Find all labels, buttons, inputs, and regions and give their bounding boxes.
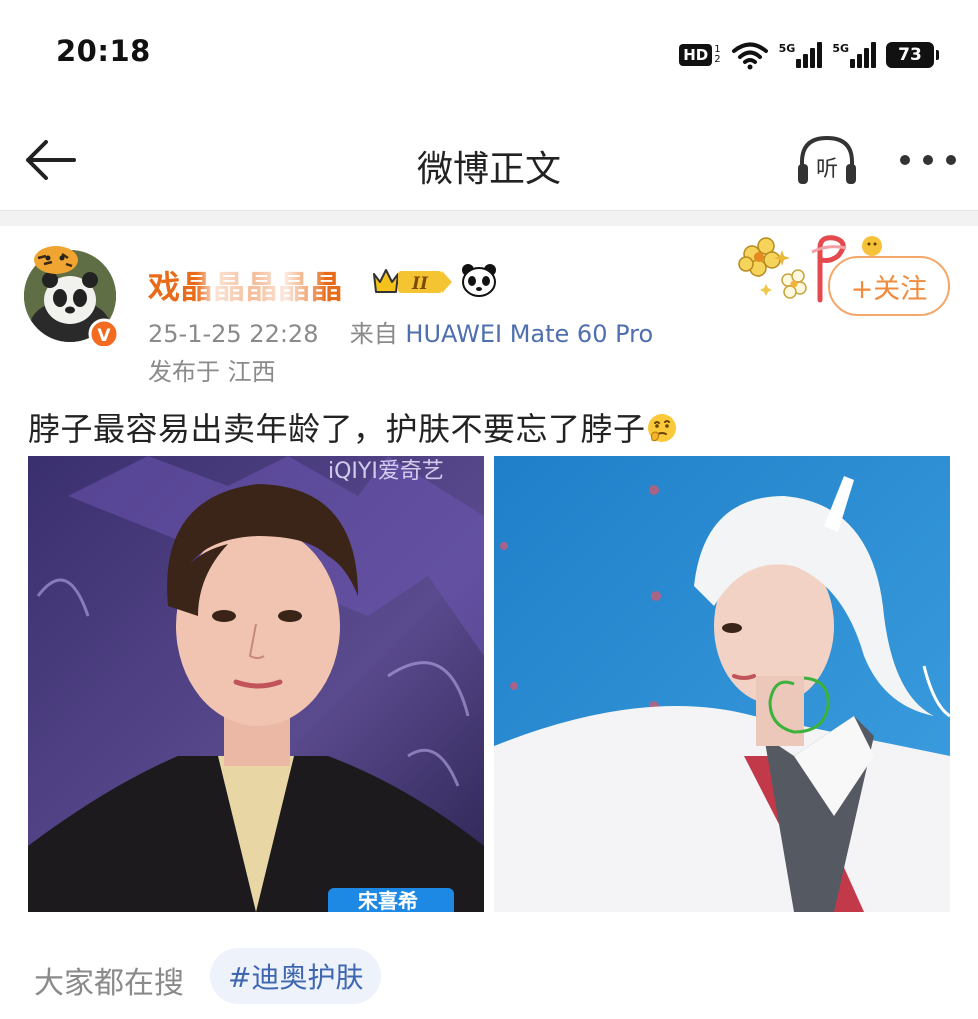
more-dots-icon [900, 155, 956, 165]
battery-icon: 73 [886, 42, 939, 68]
photo-1-caption: 宋喜希 [358, 889, 418, 912]
hd-label: HD [679, 44, 713, 66]
post-meta: 25-1-25 22:28 来自 HUAWEI Mate 60 Pro [148, 314, 653, 349]
hd-sub: 1 2 [714, 45, 720, 65]
vip-level: II [411, 274, 429, 294]
source-device[interactable]: HUAWEI Mate 60 Pro [405, 320, 653, 348]
post-text-content: 脖子最容易出卖年龄了，护肤不要忘了脖子 [28, 410, 646, 448]
avatar[interactable]: V [22, 238, 120, 350]
post-text: 脖子最容易出卖年龄了，护肤不要忘了脖子 [28, 404, 678, 450]
hashtag-chip[interactable]: #迪奥护肤 [210, 948, 382, 1004]
status-time: 20:18 [56, 34, 151, 68]
post-image-2[interactable] [494, 456, 950, 912]
thinking-emoji-icon [647, 414, 676, 442]
follow-button[interactable]: +关注 [828, 256, 950, 316]
listen-label: 听 [816, 157, 838, 182]
signal-5g-icon: 5G [832, 42, 876, 68]
signal-1-label: 5G [778, 42, 796, 55]
listen-button[interactable]: 听 [794, 132, 860, 192]
battery-level: 73 [898, 45, 922, 65]
headphones-icon: 听 [798, 135, 856, 184]
signal-2-label: 5G [832, 42, 849, 55]
portrait-photo-1: iQIYI爱奇艺 宋喜希 [28, 456, 484, 912]
svg-text:V: V [97, 326, 111, 346]
crown-icon[interactable]: II [364, 264, 456, 298]
status-icons: HD 1 2 5G 5G 73 [679, 38, 939, 72]
nav-bar: 微博正文 听 [0, 110, 978, 210]
wifi-icon [731, 42, 768, 70]
post-image-1[interactable]: iQIYI爱奇艺 宋喜希 [28, 456, 484, 912]
hd-sub-bottom: 2 [714, 54, 721, 65]
source-prefix: 来自 [349, 320, 398, 348]
post-time: 25-1-25 22:28 [148, 320, 319, 348]
portrait-photo-2 [494, 456, 950, 912]
signal-5g-icon: 5G [779, 42, 823, 68]
section-divider [0, 210, 978, 226]
post-location: 发布于 江西 [148, 358, 276, 386]
status-bar: 20:18 HD 1 2 5G 5G 73 [0, 0, 978, 110]
name-blur [196, 262, 324, 302]
photo-1-watermark: iQIYI爱奇艺 [328, 459, 444, 484]
trending-search-label: 大家都在搜 [34, 966, 184, 1001]
panda-icon [462, 264, 496, 297]
panda-avatar-icon: V [24, 246, 120, 350]
hd-voice-icon: HD 1 2 [679, 44, 721, 66]
more-button[interactable] [900, 148, 956, 172]
